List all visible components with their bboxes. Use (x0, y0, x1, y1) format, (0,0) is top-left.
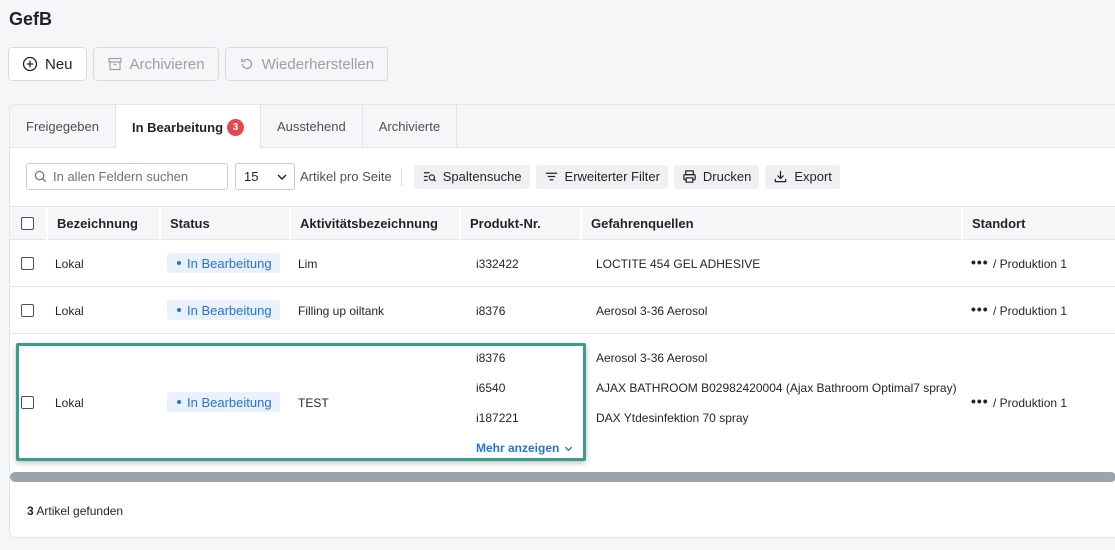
filter-lines-icon (545, 172, 557, 181)
per-page-value: 15 (244, 169, 259, 184)
status-dot (177, 308, 181, 312)
status-dot (177, 400, 181, 404)
status-badge: In Bearbeitung (167, 392, 280, 412)
per-page-label: Artikel pro Seite (300, 169, 392, 184)
column-header-standort[interactable]: Standort (961, 207, 1115, 240)
more-dots-icon[interactable]: ••• (971, 301, 989, 317)
row-product-nr: i332422 (476, 257, 519, 271)
count-badge: 3 (227, 118, 245, 136)
more-dots-icon[interactable]: ••• (971, 254, 989, 270)
row-hazard: AJAX BATHROOM B02982420004 (Ajax Bathroo… (596, 381, 957, 395)
restore-button-label: Wiederherstellen (261, 55, 375, 73)
status-badge: In Bearbeitung (167, 253, 280, 273)
row-hazard: DAX Ytdesinfektion 70 spray (596, 411, 749, 425)
restore-button[interactable]: Wiederherstellen (224, 47, 389, 81)
per-page-select[interactable]: 15 (235, 163, 295, 190)
row-activity: Lim (298, 257, 318, 271)
archive-button-label: Archivieren (129, 55, 205, 73)
toolbar: Neu Archivieren Wiederherstellen (8, 47, 389, 81)
column-header-status[interactable]: Status (159, 207, 289, 240)
column-header-gefahrenquellen[interactable]: Gefahrenquellen (580, 207, 961, 240)
column-header-produkt-nr[interactable]: Produkt-Nr. (459, 207, 580, 240)
column-search-icon (423, 172, 436, 182)
table-row[interactable]: Lokal In Bearbeitung Lim i332422 LOCTITE… (10, 240, 1115, 287)
row-activity: TEST (298, 396, 329, 410)
search-icon (34, 170, 47, 183)
row-product-nr: i8376 (476, 304, 506, 318)
chevron-down-icon (277, 174, 287, 180)
table-row[interactable]: Lokal In Bearbeitung TEST i8376 i6540 i1… (10, 334, 1115, 470)
print-button[interactable]: Drucken (673, 164, 760, 189)
row-location: / Produktion 1 (993, 396, 1068, 410)
column-search-button[interactable]: Spaltensuche (413, 164, 530, 189)
table-header: Bezeichnung Status Aktivitätsbezeichnung… (10, 206, 1115, 240)
new-button[interactable]: Neu (8, 47, 87, 81)
row-hazard: LOCTITE 454 GEL ADHESIVE (596, 257, 761, 271)
column-header-aktivitaet[interactable]: Aktivitätsbezeichnung (289, 207, 459, 240)
column-header-bezeichnung[interactable]: Bezeichnung (46, 207, 159, 240)
row-name: Lokal (55, 257, 84, 271)
status-dot (177, 261, 181, 265)
row-activity: Filling up oiltank (298, 304, 385, 318)
more-dots-icon[interactable]: ••• (971, 393, 989, 409)
divider (400, 167, 402, 186)
export-button[interactable]: Export (765, 164, 840, 189)
row-location: / Produktion 1 (993, 304, 1068, 318)
row-checkbox[interactable] (21, 396, 34, 409)
chevron-down-icon (565, 446, 573, 451)
result-count: 3 Artikel gefunden (27, 504, 123, 518)
tab-freigegeben[interactable]: Freigegeben (10, 105, 116, 148)
row-location: / Produktion 1 (993, 257, 1068, 271)
row-product-nr: i8376 (476, 351, 506, 365)
download-icon (775, 170, 787, 183)
printer-icon (683, 170, 696, 183)
search-input[interactable] (53, 169, 223, 184)
search-box (26, 163, 228, 190)
list-card: Freigegeben In Bearbeitung 3 Ausstehend A… (9, 104, 1115, 538)
row-checkbox[interactable] (21, 304, 34, 317)
plus-circle-icon (22, 56, 38, 72)
row-product-nr: i187221 (476, 411, 519, 425)
tab-bar: Freigegeben In Bearbeitung 3 Ausstehend A… (10, 105, 1115, 149)
row-hazard: Aerosol 3-36 Aerosol (596, 304, 708, 318)
result-count-label: Artikel gefunden (36, 504, 124, 518)
archive-button[interactable]: Archivieren (92, 47, 219, 81)
select-all-checkbox[interactable] (21, 217, 34, 230)
page-title: GefB (9, 9, 53, 29)
archive-icon (107, 57, 122, 71)
horizontal-scrollbar[interactable] (10, 472, 1115, 482)
status-badge: In Bearbeitung (167, 300, 280, 320)
row-hazard: Aerosol 3-36 Aerosol (596, 351, 708, 365)
restore-icon (240, 58, 252, 70)
new-button-label: Neu (45, 55, 73, 73)
tab-in-bearbeitung[interactable]: In Bearbeitung 3 (116, 105, 262, 149)
row-name: Lokal (55, 304, 84, 318)
table-row[interactable]: Lokal In Bearbeitung Filling up oiltank … (10, 287, 1115, 334)
tab-ausstehend[interactable]: Ausstehend (261, 105, 363, 148)
advanced-filter-button[interactable]: Erweiterter Filter (535, 164, 668, 189)
tab-archivierte[interactable]: Archivierte (363, 105, 458, 148)
row-name: Lokal (55, 396, 84, 410)
row-checkbox[interactable] (21, 257, 34, 270)
result-count-number: 3 (27, 504, 34, 518)
row-product-nr: i6540 (476, 381, 506, 395)
show-more-link[interactable]: Mehr anzeigen (476, 441, 573, 455)
filter-bar: 15 Artikel pro Seite Spaltensuche Erweit… (26, 163, 846, 190)
